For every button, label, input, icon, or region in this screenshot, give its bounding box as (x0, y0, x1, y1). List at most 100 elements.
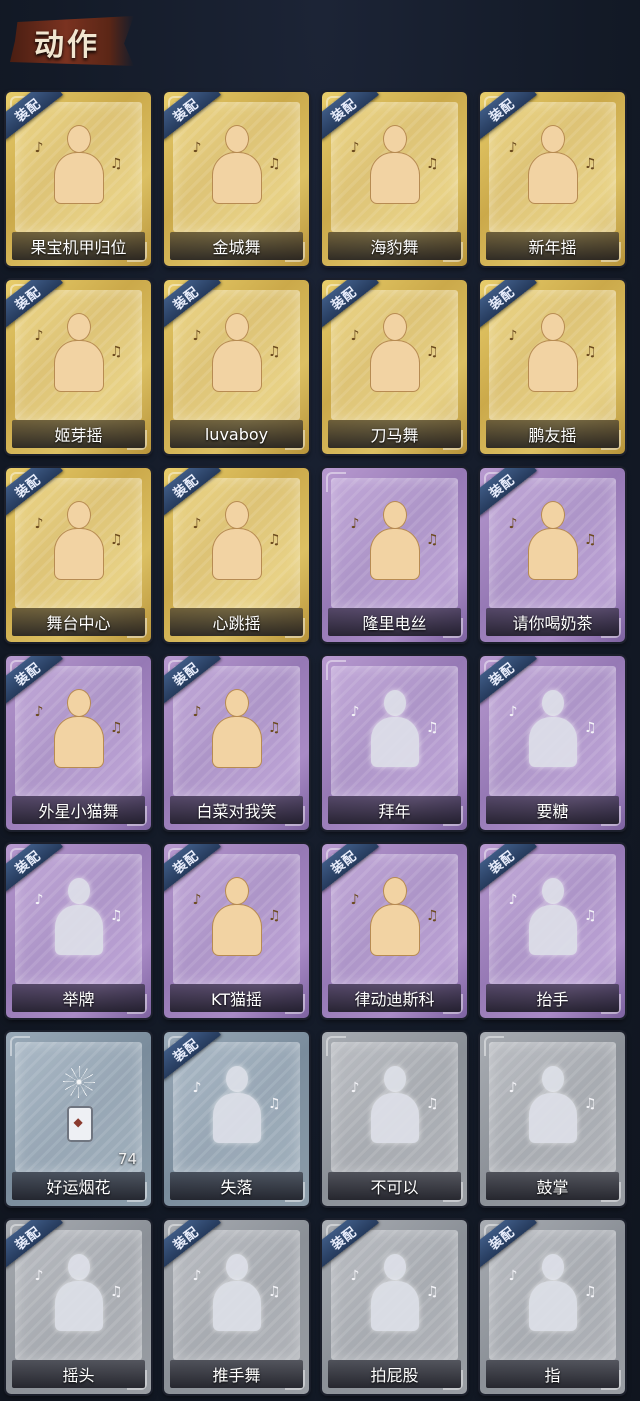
emote-card[interactable]: ♪ ♫ luvaboy 装配 (164, 280, 309, 454)
music-note-icon: ♫ (267, 156, 281, 172)
emote-card[interactable]: ♪ ♫ 鼓掌 (480, 1032, 625, 1206)
dance-figure-icon: ♪ ♫ (193, 502, 281, 586)
music-note-icon: ♫ (425, 532, 439, 548)
figure-head (541, 878, 564, 904)
emote-card[interactable]: ♪ ♫ KT猫摇 装配 (164, 844, 309, 1018)
emote-card[interactable]: ♪ ♫ 拜年 (322, 656, 467, 830)
figure-body (528, 1281, 577, 1331)
music-note-icon: ♪ (350, 1268, 360, 1284)
music-note-icon: ♫ (425, 1096, 439, 1112)
music-note-icon: ♫ (109, 156, 123, 172)
dance-figure-icon: ♪ ♫ (509, 126, 597, 210)
card-label-bar: 请你喝奶茶 (486, 608, 619, 636)
dance-figure-icon: ♪ ♫ (35, 690, 123, 774)
page-title: 动作 (34, 28, 100, 63)
music-note-icon: ♪ (350, 704, 360, 720)
dance-figure-icon: ♪ ♫ (35, 314, 123, 398)
dance-figure-icon: ♪ ♫ (193, 126, 281, 210)
music-note-icon: ♪ (508, 328, 518, 344)
figure-head (67, 502, 90, 528)
emote-card[interactable]: ♪ ♫ 举牌 装配 (6, 844, 151, 1018)
card-label-bar: 心跳摇 (170, 608, 303, 636)
emote-name: KT猫摇 (210, 990, 263, 1009)
emote-card[interactable]: ♪ ♫ 摇头 装配 (6, 1220, 151, 1394)
emote-name: 拍屁股 (370, 1366, 419, 1385)
clap-icon: ♪ ♫ (509, 1066, 597, 1150)
emote-card[interactable]: ♪ ♫ 外星小猫舞 装配 (6, 656, 151, 830)
emote-card[interactable]: ♪ ♫ 舞台中心 装配 (6, 468, 151, 642)
dance-figure-icon: ♪ ♫ (35, 126, 123, 210)
point-figure-icon: ♪ ♫ (509, 1254, 597, 1338)
music-note-icon: ♪ (192, 704, 202, 720)
emote-card[interactable]: ♪ ♫ 金城舞 装配 (164, 92, 309, 266)
emote-card[interactable]: ♪ ♫ 刀马舞 装配 (322, 280, 467, 454)
music-note-icon: ♪ (192, 328, 202, 344)
music-note-icon: ♫ (109, 532, 123, 548)
figure-head (541, 1066, 564, 1092)
figure-head (225, 314, 248, 340)
emote-card[interactable]: ♪ ♫ 推手舞 装配 (164, 1220, 309, 1394)
emote-card[interactable]: ♪ ♫ 请你喝奶茶 装配 (480, 468, 625, 642)
card-label-bar: 鼓掌 (486, 1172, 619, 1200)
figure-head (225, 878, 248, 904)
emote-name: 果宝机甲归位 (30, 238, 127, 257)
music-note-icon: ♪ (508, 516, 518, 532)
emote-name: 姬芽摇 (54, 426, 103, 445)
emote-card[interactable]: ♪ ♫ 拍屁股 装配 (322, 1220, 467, 1394)
card-label-bar: 金城舞 (170, 232, 303, 260)
music-note-icon: ♪ (350, 1080, 360, 1096)
firework-can-icon (66, 1106, 93, 1142)
emote-card[interactable]: ♪ ♫ 不可以 (322, 1032, 467, 1206)
emote-card[interactable]: ♪ ♫ 鹏友摇 装配 (480, 280, 625, 454)
emote-name: 失落 (220, 1178, 253, 1197)
music-note-icon: ♪ (350, 140, 360, 156)
music-note-icon: ♪ (350, 892, 360, 908)
card-corner-ornament (326, 472, 346, 492)
emote-name: 要糖 (536, 802, 569, 821)
emote-card[interactable]: ♪ ♫ 律动迪斯科 装配 (322, 844, 467, 1018)
card-label-bar: 鹏友摇 (486, 420, 619, 448)
card-label-bar: 舞台中心 (12, 608, 145, 636)
card-label-bar: 律动迪斯科 (328, 984, 461, 1012)
disco-figure-icon: ♪ ♫ (351, 878, 439, 962)
emote-card[interactable]: ♪ ♫ 心跳摇 装配 (164, 468, 309, 642)
music-note-icon: ♪ (508, 140, 518, 156)
figure-body (212, 905, 261, 955)
reach-figure-icon: ♪ ♫ (509, 690, 597, 774)
emote-card[interactable]: ♪ ♫ 要糖 装配 (480, 656, 625, 830)
card-corner-ornament (326, 1036, 346, 1056)
emote-card[interactable]: 74 好运烟花 (6, 1032, 151, 1206)
emote-card[interactable]: ♪ ♫ 白菜对我笑 装配 (164, 656, 309, 830)
figure-body (370, 153, 419, 203)
emote-name: 好运烟花 (46, 1178, 111, 1197)
emote-card[interactable]: ♪ ♫ 失落 装配 (164, 1032, 309, 1206)
emote-card[interactable]: ♪ ♫ 隆里电丝 (322, 468, 467, 642)
dance-figure-icon: ♪ ♫ (509, 314, 597, 398)
music-note-icon: ♪ (192, 140, 202, 156)
card-label-bar: 举牌 (12, 984, 145, 1012)
music-note-icon: ♫ (425, 720, 439, 736)
music-note-icon: ♪ (350, 516, 360, 532)
figure-head (383, 690, 406, 716)
emote-name: 海豹舞 (370, 238, 419, 257)
music-note-icon: ♪ (508, 704, 518, 720)
card-label-bar: 新年摇 (486, 232, 619, 260)
emote-name: 举牌 (62, 990, 95, 1009)
item-count: 74 (117, 1150, 137, 1168)
figure-body (54, 717, 103, 767)
music-note-icon: ♫ (109, 720, 123, 736)
emote-card[interactable]: ♪ ♫ 姬芽摇 装配 (6, 280, 151, 454)
music-note-icon: ♫ (425, 344, 439, 360)
music-note-icon: ♪ (34, 328, 44, 344)
emote-card[interactable]: ♪ ♫ 抬手 装配 (480, 844, 625, 1018)
card-label-bar: 要糖 (486, 796, 619, 824)
emote-card[interactable]: ♪ ♫ 果宝机甲归位 装配 (6, 92, 151, 266)
emote-card[interactable]: ♪ ♫ 海豹舞 装配 (322, 92, 467, 266)
music-note-icon: ♫ (583, 908, 597, 924)
emote-card[interactable]: ♪ ♫ 新年摇 装配 (480, 92, 625, 266)
emote-name: 推手舞 (212, 1366, 261, 1385)
figure-body (528, 717, 577, 767)
emote-card[interactable]: ♪ ♫ 指装配 (480, 1220, 625, 1394)
figure-body (528, 1093, 577, 1143)
card-label-bar: 刀马舞 (328, 420, 461, 448)
